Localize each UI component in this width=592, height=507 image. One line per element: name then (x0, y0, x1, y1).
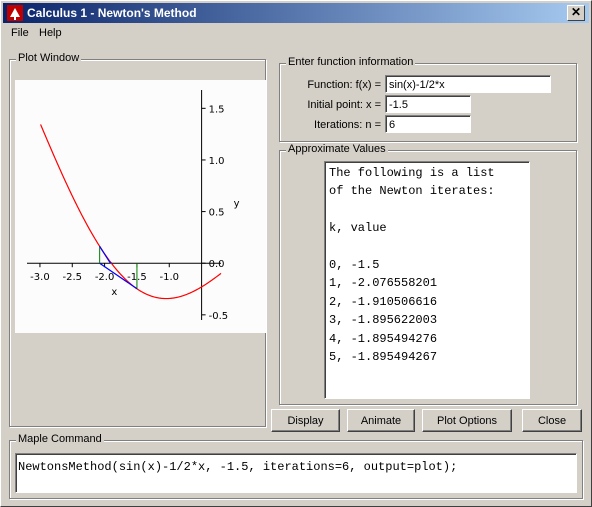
approx-line: The following is a list (329, 166, 495, 180)
x-axis-label: x (111, 287, 117, 298)
y-tick-label: 1.0 (209, 156, 225, 167)
initial-point-field[interactable]: -1.5 (385, 95, 471, 113)
approx-line: 5, -1.895494267 (329, 350, 438, 364)
window-title: Calculus 1 - Newton's Method (27, 6, 197, 20)
close-icon[interactable]: ✕ (567, 5, 585, 21)
iterations-field[interactable]: 6 (385, 115, 471, 133)
title-bar[interactable]: Calculus 1 - Newton's Method ✕ (3, 3, 589, 23)
approx-line: 3, -1.895622003 (329, 313, 438, 328)
close-button[interactable]: Close (522, 409, 582, 432)
function-field[interactable]: sin(x)-1/2*x (385, 75, 551, 93)
x-tick-label: -2.5 (63, 272, 83, 283)
plot-window-legend: Plot Window (16, 52, 82, 64)
initial-point-label: Initial point: x = (307, 99, 381, 111)
app-window: Calculus 1 - Newton's Method ✕ File Help… (0, 0, 592, 507)
y-tick-label: -0.5 (209, 311, 229, 322)
approx-line: 2, -1.910506616 (329, 294, 438, 309)
iterations-label: Iterations: n = (314, 119, 381, 131)
y-tick-label: 0.5 (209, 208, 225, 219)
menu-bar: File Help (3, 24, 589, 42)
maple-command-input[interactable]: NewtonsMethod(sin(x)-1/2*x, -1.5, iterat… (15, 453, 577, 493)
maple-icon (7, 5, 23, 21)
approx-line: k, value (329, 221, 387, 236)
x-tick-label: -1.0 (160, 272, 180, 283)
y-tick-label: 1.5 (209, 104, 225, 115)
menu-file[interactable]: File (11, 27, 29, 39)
y-axis-label: y (234, 198, 240, 209)
tangent-line (109, 261, 112, 264)
plot-options-button[interactable]: Plot Options (422, 409, 512, 432)
x-tick-label: -2.0 (95, 272, 115, 283)
maple-command-text: NewtonsMethod(sin(x)-1/2*x, -1.5, iterat… (18, 460, 458, 474)
menu-help[interactable]: Help (39, 27, 62, 39)
x-tick-label: -3.0 (30, 272, 50, 283)
approx-line: of the Newton iterates: (329, 184, 495, 199)
display-button[interactable]: Display (271, 409, 340, 432)
maple-command-legend: Maple Command (16, 433, 104, 445)
approx-values-legend: Approximate Values (286, 143, 388, 155)
approx-values-output[interactable]: The following is a list of the Newton ite… (324, 161, 530, 399)
tangent-line (99, 246, 111, 264)
plot-area[interactable]: -3.0 -2.5 -2.0 -1.5 -1.0 1.5 1.0 0.5 0.0 -0.5 x y (15, 80, 266, 333)
plot-svg: -3.0 -2.5 -2.0 -1.5 -1.01.51.00.50.0-0.5xy (27, 90, 240, 322)
animate-button[interactable]: Animate (347, 409, 415, 432)
approx-line: 4, -1.895494276 (329, 331, 438, 346)
approx-line: 1, -2.076558201 (329, 276, 438, 291)
y-tick-label: 0.0 (209, 259, 225, 270)
function-label: Function: f(x) = (307, 79, 381, 91)
approx-line: 0, -1.5 (329, 258, 380, 272)
function-info-legend: Enter function information (286, 56, 416, 68)
